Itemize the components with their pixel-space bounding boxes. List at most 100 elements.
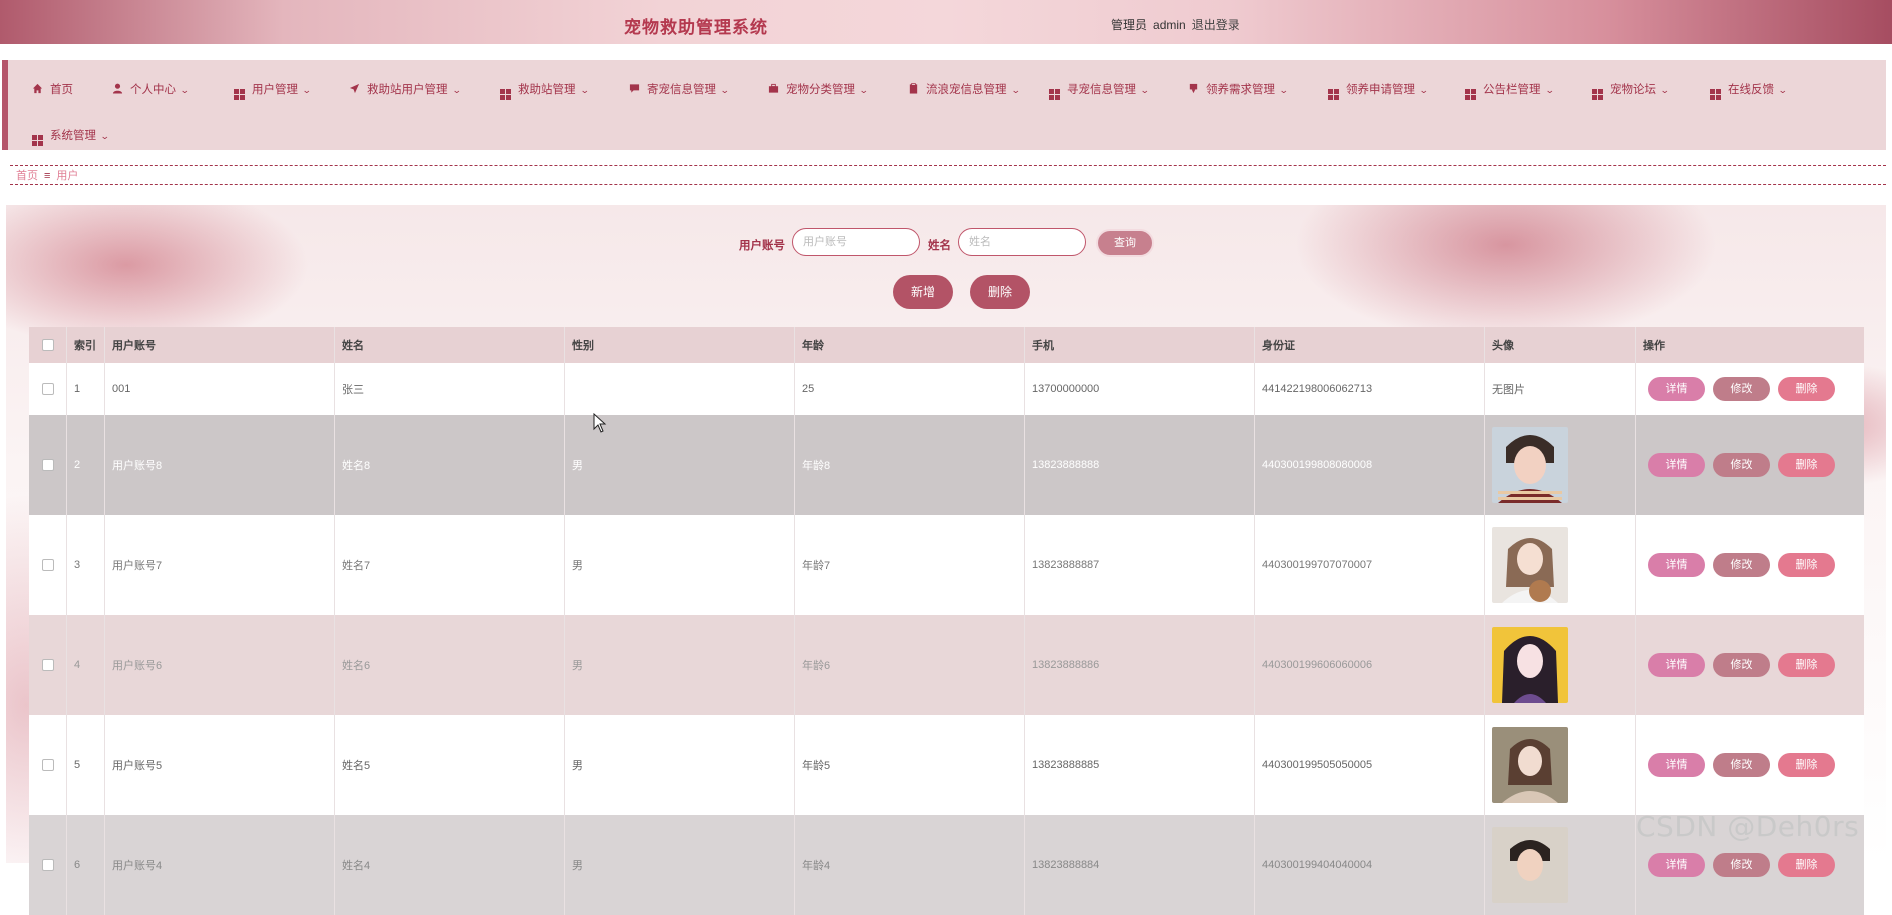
batch-delete-button[interactable]: 删除 bbox=[970, 275, 1030, 309]
breadcrumb-separator: ≡ bbox=[44, 170, 51, 182]
row-checkbox[interactable] bbox=[41, 559, 54, 571]
detail-button[interactable]: 详情 bbox=[1648, 853, 1705, 877]
cell-name: 姓名5 bbox=[335, 715, 565, 815]
account-search-input[interactable] bbox=[792, 228, 920, 256]
cell-gender bbox=[565, 363, 795, 415]
query-button[interactable]: 查询 bbox=[1096, 229, 1154, 257]
cell-age: 年龄8 bbox=[795, 415, 1025, 515]
cell-account: 001 bbox=[105, 363, 335, 415]
select-all-checkbox[interactable] bbox=[41, 339, 54, 351]
nav-item-7[interactable]: 宠物分类管理 ⌄ bbox=[768, 80, 869, 100]
nav-item-5[interactable]: 救助站管理 ⌄ bbox=[500, 80, 590, 100]
chevron-down-icon: ⌄ bbox=[858, 85, 869, 95]
cell-gender: 男 bbox=[565, 615, 795, 715]
row-checkbox[interactable] bbox=[41, 383, 54, 395]
edit-button[interactable]: 修改 bbox=[1713, 653, 1770, 677]
nav-item-1[interactable]: 首页 bbox=[32, 80, 73, 100]
nav-item-3[interactable]: 用户管理 ⌄ bbox=[234, 80, 312, 100]
column-header: 用户账号 bbox=[105, 327, 335, 363]
delete-button[interactable]: 删除 bbox=[1778, 553, 1835, 577]
delete-button[interactable]: 删除 bbox=[1778, 377, 1835, 401]
row-checkbox[interactable] bbox=[41, 459, 54, 471]
detail-button[interactable]: 详情 bbox=[1648, 653, 1705, 677]
breadcrumb-divider-bottom bbox=[10, 184, 1886, 185]
cell-gender: 男 bbox=[565, 715, 795, 815]
nav-item-4[interactable]: 救助站用户管理 ⌄ bbox=[349, 80, 461, 100]
badge-icon bbox=[1188, 80, 1206, 100]
nav-item-label: 寄宠信息管理 bbox=[647, 84, 716, 96]
edit-button[interactable]: 修改 bbox=[1713, 377, 1770, 401]
nav-item-9[interactable]: 寻宠信息管理 ⌄ bbox=[1049, 80, 1150, 100]
grid-icon bbox=[1328, 80, 1346, 100]
table-row[interactable]: 6 用户账号4 姓名4 男年龄4 13823888884 4403001994040400… bbox=[29, 815, 1864, 915]
row-actions: 详情 修改 删除 bbox=[1636, 363, 1844, 415]
edit-button[interactable]: 修改 bbox=[1713, 553, 1770, 577]
detail-button[interactable]: 详情 bbox=[1648, 377, 1705, 401]
cell-id-card: 440300199808080008 bbox=[1255, 415, 1485, 515]
cell-index: 4 bbox=[67, 615, 105, 715]
row-checkbox[interactable] bbox=[41, 859, 54, 871]
nav-item-label: 寻宠信息管理 bbox=[1067, 84, 1136, 96]
cell-id-card: 440300199707070007 bbox=[1255, 515, 1485, 615]
cell-name: 姓名6 bbox=[335, 615, 565, 715]
cell-index: 2 bbox=[67, 415, 105, 515]
table-row[interactable]: 1 001 张三 25 13700000000 441422198006062713 无图片… bbox=[29, 363, 1864, 415]
user-info: 管理员 admin 退出登录 bbox=[1111, 16, 1240, 33]
chevron-down-icon: ⌄ bbox=[1278, 85, 1289, 95]
edit-button[interactable]: 修改 bbox=[1713, 453, 1770, 477]
logout-link[interactable]: 退出登录 bbox=[1192, 18, 1240, 32]
nav-item-label: 救助站管理 bbox=[518, 84, 576, 96]
add-button[interactable]: 新增 bbox=[893, 275, 953, 309]
nav-item-14[interactable]: 在线反馈 ⌄ bbox=[1710, 80, 1788, 100]
breadcrumb-home[interactable]: 首页 bbox=[16, 170, 38, 182]
nav-item-11[interactable]: 领养申请管理 ⌄ bbox=[1328, 80, 1429, 100]
chevron-down-icon: ⌄ bbox=[1139, 85, 1150, 95]
avatar bbox=[1492, 727, 1568, 803]
cell-name: 姓名7 bbox=[335, 515, 565, 615]
nav-item-12[interactable]: 公告栏管理 ⌄ bbox=[1465, 80, 1554, 100]
detail-button[interactable]: 详情 bbox=[1648, 553, 1705, 577]
user-icon bbox=[112, 80, 130, 100]
nav-item-8[interactable]: 流浪宠信息管理 ⌄ bbox=[908, 80, 1020, 100]
cell-phone: 13823888885 bbox=[1025, 715, 1255, 815]
nav-item-2[interactable]: 个人中心 ⌄ bbox=[112, 80, 190, 100]
avatar bbox=[1492, 627, 1568, 703]
search-bar: 用户账号 姓名 查询 bbox=[0, 228, 1892, 258]
grid-icon bbox=[1710, 80, 1728, 100]
delete-button[interactable]: 删除 bbox=[1778, 853, 1835, 877]
nav-item-13[interactable]: 宠物论坛 ⌄ bbox=[1592, 80, 1670, 100]
nav-item-6[interactable]: 寄宠信息管理 ⌄ bbox=[629, 80, 730, 100]
avatar-placeholder-text: 无图片 bbox=[1492, 384, 1525, 396]
chevron-down-icon: ⌄ bbox=[579, 85, 590, 95]
table-header: 索引 用户账号 姓名 性别 年龄 手机 身份证 头像 操作 bbox=[29, 327, 1864, 363]
delete-button[interactable]: 删除 bbox=[1778, 653, 1835, 677]
nav-item-label: 用户管理 bbox=[252, 84, 298, 96]
cell-age: 年龄5 bbox=[795, 715, 1025, 815]
avatar-cell bbox=[1485, 815, 1636, 915]
row-actions: 详情 修改 删除 bbox=[1636, 515, 1844, 615]
detail-button[interactable]: 详情 bbox=[1648, 753, 1705, 777]
table-row[interactable]: 3 用户账号7 姓名7 男年龄7 13823888887 4403001997070700… bbox=[29, 515, 1864, 615]
delete-button[interactable]: 删除 bbox=[1778, 753, 1835, 777]
delete-button[interactable]: 删除 bbox=[1778, 453, 1835, 477]
row-checkbox[interactable] bbox=[41, 759, 54, 771]
nav-item-10[interactable]: 领养需求管理 ⌄ bbox=[1188, 80, 1289, 100]
edit-button[interactable]: 修改 bbox=[1713, 853, 1770, 877]
table-row[interactable]: 2 用户账号8 姓名8 男年龄8 13823888888 4403001998080800… bbox=[29, 415, 1864, 515]
cell-index: 6 bbox=[67, 815, 105, 915]
detail-button[interactable]: 详情 bbox=[1648, 453, 1705, 477]
cell-name: 姓名8 bbox=[335, 415, 565, 515]
cell-account: 用户账号6 bbox=[105, 615, 335, 715]
edit-button[interactable]: 修改 bbox=[1713, 753, 1770, 777]
name-search-input[interactable] bbox=[958, 228, 1086, 256]
row-actions: 详情 修改 删除 bbox=[1636, 615, 1844, 715]
table-row[interactable]: 5 用户账号5 姓名5 男年龄5 13823888885 4403001995050500… bbox=[29, 715, 1864, 815]
row-select-cell bbox=[29, 363, 67, 415]
row-checkbox[interactable] bbox=[41, 659, 54, 671]
nav-item-15[interactable]: 系统管理 ⌄ bbox=[32, 126, 110, 146]
cell-phone: 13823888884 bbox=[1025, 815, 1255, 915]
table-row[interactable]: 4 用户账号6 姓名6 男年龄6 13823888886 4403001996060600… bbox=[29, 615, 1864, 715]
cell-id-card: 441422198006062713 bbox=[1255, 363, 1485, 415]
cell-account: 用户账号5 bbox=[105, 715, 335, 815]
cell-id-card: 440300199404040004 bbox=[1255, 815, 1485, 915]
